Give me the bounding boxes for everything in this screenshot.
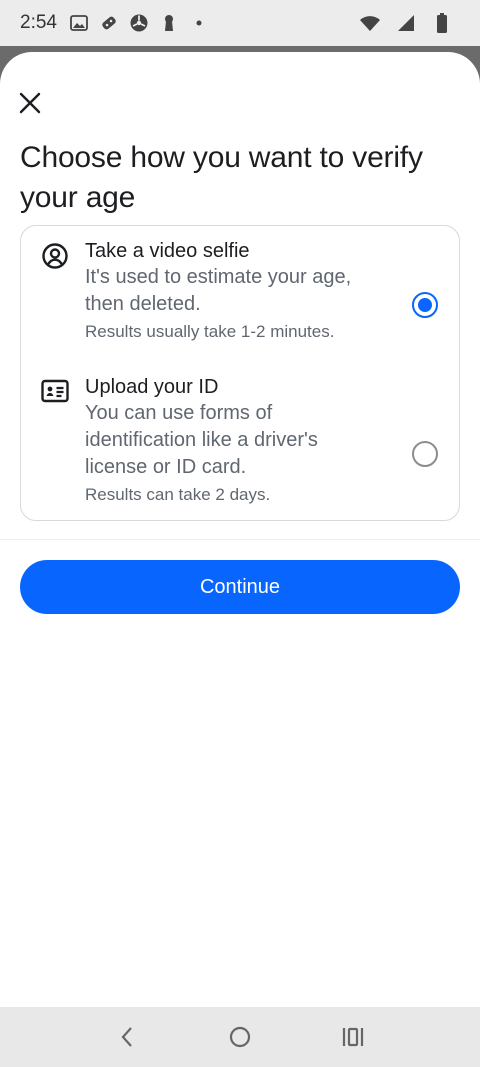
- system-nav-bar: [0, 1007, 480, 1067]
- dot-icon: [187, 11, 211, 35]
- radio-video-selfie-selected[interactable]: [412, 292, 438, 318]
- close-button[interactable]: [14, 87, 46, 119]
- steering-icon: [127, 11, 151, 35]
- gamepad-icon: [97, 11, 121, 35]
- status-right: [358, 11, 460, 35]
- battery-icon: [430, 11, 454, 35]
- option-video-selfie[interactable]: Take a video selfie It's used to estimat…: [21, 238, 459, 362]
- option-description: You can use forms of identification like…: [85, 402, 318, 478]
- continue-button[interactable]: Continue: [20, 560, 460, 614]
- back-icon: [121, 1027, 132, 1047]
- photo-icon: [67, 11, 91, 35]
- back-button[interactable]: [107, 1017, 147, 1057]
- option-title: Upload your ID: [85, 376, 219, 398]
- home-button[interactable]: [220, 1017, 260, 1057]
- options-card: Take a video selfie It's used to estimat…: [20, 225, 460, 521]
- signal-icon: [394, 11, 418, 35]
- option-note: Results can take 2 days.: [85, 485, 271, 504]
- face-icon: [41, 242, 69, 270]
- verification-sheet: Choose how you want to verify your age T…: [0, 52, 480, 1007]
- close-icon: [19, 92, 41, 114]
- option-title: Take a video selfie: [85, 240, 250, 262]
- radio-upload-id[interactable]: [412, 441, 438, 467]
- wifi-icon: [358, 11, 382, 35]
- status-time: 2:54: [20, 12, 57, 33]
- option-upload-id[interactable]: Upload your ID You can use forms of iden…: [21, 374, 459, 514]
- option-description: It's used to estimate your age, then del…: [85, 266, 352, 315]
- divider: [0, 539, 480, 540]
- home-icon: [229, 1026, 251, 1048]
- recents-icon: [343, 1027, 364, 1047]
- keyhole-icon: [157, 11, 181, 35]
- option-note: Results usually take 1-2 minutes.: [85, 322, 335, 341]
- status-bar: 2:54: [0, 0, 480, 46]
- id-card-icon: [41, 377, 69, 405]
- page-title: Choose how you want to verify your age: [20, 141, 423, 214]
- recents-button[interactable]: [333, 1017, 373, 1057]
